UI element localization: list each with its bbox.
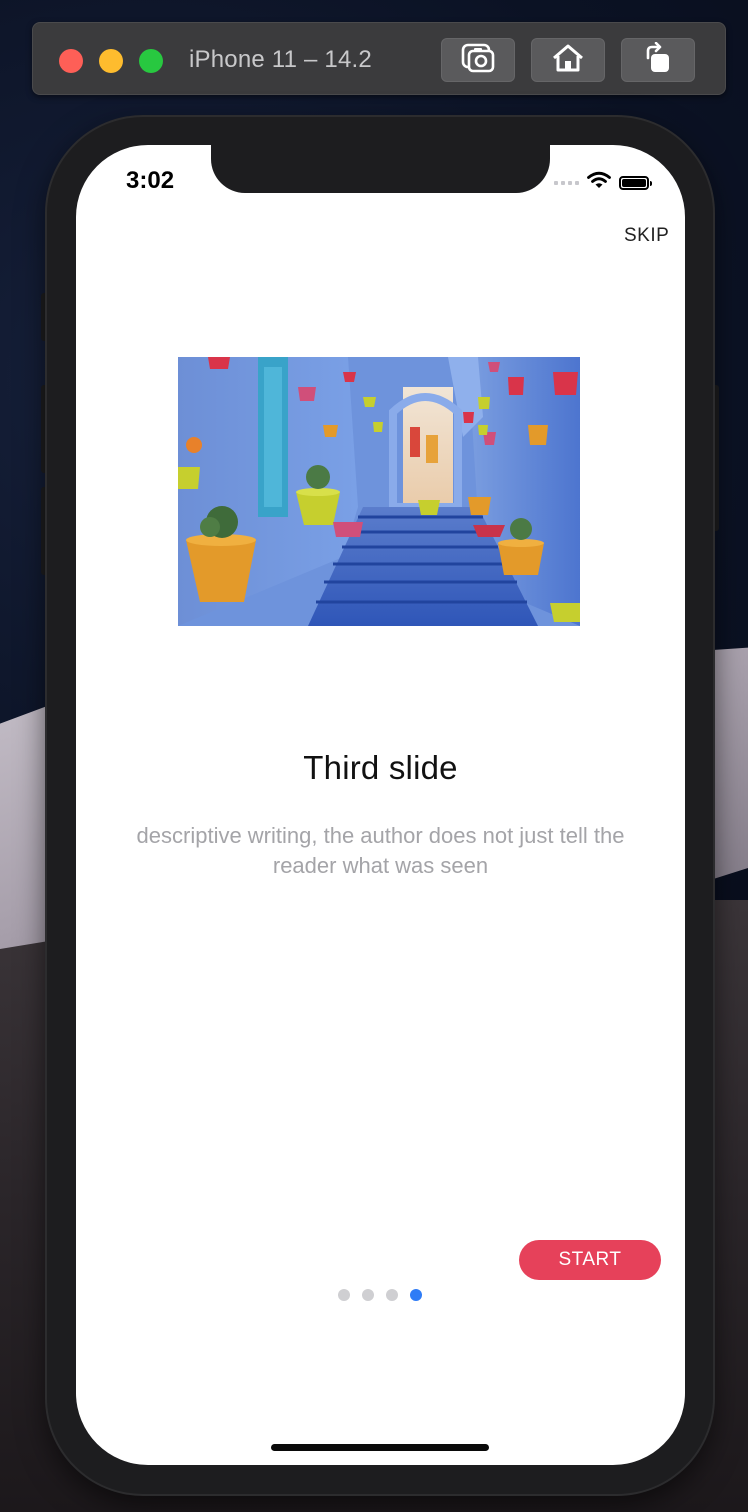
- simulator-title: iPhone 11 – 14.2: [189, 46, 372, 73]
- pagination-dot[interactable]: [338, 1289, 350, 1301]
- start-button-label: START: [558, 1249, 622, 1270]
- slide-description: descriptive writing, the author does not…: [136, 823, 625, 878]
- minimize-window-button[interactable]: [99, 49, 123, 73]
- home-icon: [551, 43, 585, 78]
- camera-icon: [460, 42, 496, 79]
- pagination-dot-active[interactable]: [410, 1289, 422, 1301]
- battery-icon: [619, 175, 652, 190]
- rotate-button[interactable]: [621, 38, 695, 82]
- home-button[interactable]: [531, 38, 605, 82]
- pagination-dot[interactable]: [386, 1289, 398, 1301]
- zoom-window-button[interactable]: [139, 49, 163, 73]
- start-button[interactable]: START: [519, 1240, 661, 1280]
- notch: [211, 145, 550, 193]
- close-window-button[interactable]: [59, 49, 83, 73]
- simulator-titlebar: iPhone 11 – 14.2: [32, 22, 726, 95]
- wifi-icon: [587, 171, 611, 194]
- app-screen: 3:02 SKIP Third slide descriptive writin…: [76, 145, 685, 1465]
- skip-button[interactable]: SKIP: [624, 225, 669, 247]
- screenshot-button[interactable]: [441, 38, 515, 82]
- status-time: 3:02: [126, 167, 175, 194]
- cellular-signal-icon: [554, 180, 579, 185]
- home-indicator[interactable]: [271, 1444, 489, 1451]
- status-indicators: [554, 171, 652, 194]
- rotate-icon: [642, 41, 674, 79]
- pagination-dots: [338, 1289, 422, 1301]
- slide-title: Third slide: [303, 749, 458, 786]
- slide-image: [178, 357, 580, 626]
- pagination-dot[interactable]: [362, 1289, 374, 1301]
